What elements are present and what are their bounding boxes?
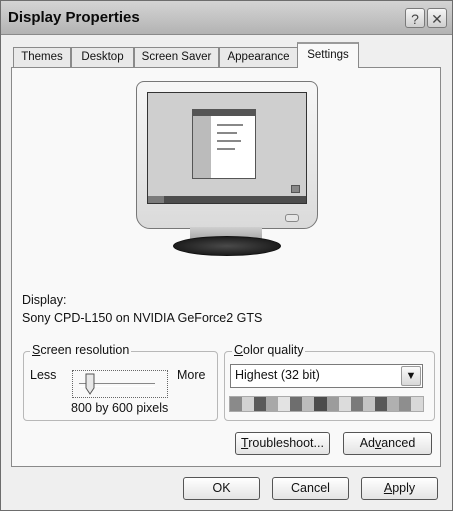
color-swatch-10 <box>350 397 363 411</box>
color-quality-value: Highest (32 bit) <box>235 368 320 382</box>
apply-button[interactable]: Apply <box>361 477 438 500</box>
color-swatch-0 <box>230 397 243 411</box>
chevron-down-icon[interactable]: ▼ <box>401 366 421 386</box>
color-swatch-7 <box>314 397 327 411</box>
color-swatch-14 <box>398 397 411 411</box>
cancel-button[interactable]: Cancel <box>272 477 349 500</box>
color-quality-preview-bar <box>229 396 424 412</box>
display-properties-window: Display Properties ? ✕ Themes Desktop Sc… <box>0 0 453 511</box>
advanced-button[interactable]: Advanced <box>343 432 432 455</box>
tab-desktop[interactable]: Desktop <box>71 47 134 67</box>
color-swatch-3 <box>266 397 279 411</box>
less-label: Less <box>30 368 57 382</box>
help-button[interactable]: ? <box>405 8 425 28</box>
color-swatch-1 <box>242 397 255 411</box>
preview-screen <box>147 92 307 204</box>
display-label: Display: <box>22 293 67 307</box>
troubleshoot-button[interactable]: Troubleshoot... <box>235 432 330 455</box>
ok-button[interactable]: OK <box>183 477 260 500</box>
title-bar[interactable]: Display Properties ? ✕ <box>1 1 452 35</box>
preview-window <box>192 109 256 179</box>
preview-taskbar <box>148 196 306 203</box>
display-device: Sony CPD-L150 on NVIDIA GeForce2 GTS <box>22 311 263 325</box>
color-quality-label: Color quality <box>232 343 306 357</box>
tab-screen-saver[interactable]: Screen Saver <box>134 47 219 67</box>
screen-resolution-group: Screen resolution Less More 800 by 600 p… <box>23 343 218 421</box>
color-swatch-6 <box>302 397 315 411</box>
color-swatch-13 <box>386 397 399 411</box>
color-swatch-2 <box>254 397 267 411</box>
color-swatch-4 <box>278 397 291 411</box>
color-swatch-12 <box>374 397 387 411</box>
resolution-slider-thumb[interactable] <box>85 373 95 395</box>
monitor-base <box>173 236 281 256</box>
window-title: Display Properties <box>8 9 140 26</box>
tab-appearance[interactable]: Appearance <box>219 47 298 67</box>
color-quality-select[interactable]: Highest (32 bit) ▼ <box>230 364 423 388</box>
settings-panel: Display: Sony CPD-L150 on NVIDIA GeForce… <box>11 67 441 467</box>
close-button[interactable]: ✕ <box>427 8 447 28</box>
color-swatch-8 <box>326 397 339 411</box>
monitor-preview <box>136 81 318 229</box>
monitor-power-button <box>285 214 299 222</box>
tab-settings[interactable]: Settings <box>297 42 359 68</box>
screen-resolution-label: Screen resolution <box>30 343 132 357</box>
color-swatch-11 <box>362 397 375 411</box>
preview-icon <box>291 185 300 193</box>
more-label: More <box>177 368 206 382</box>
color-swatch-5 <box>290 397 303 411</box>
color-swatch-15 <box>410 397 423 411</box>
color-swatch-9 <box>338 397 351 411</box>
tab-themes[interactable]: Themes <box>13 47 71 67</box>
resolution-value: 800 by 600 pixels <box>71 401 169 415</box>
